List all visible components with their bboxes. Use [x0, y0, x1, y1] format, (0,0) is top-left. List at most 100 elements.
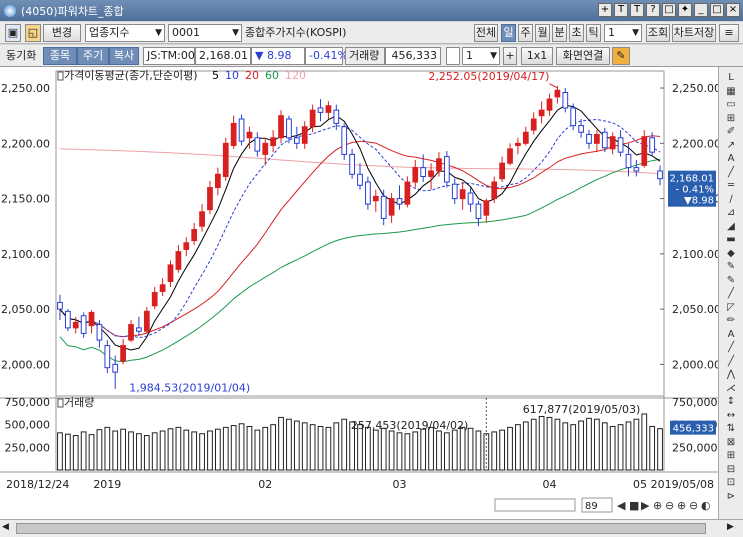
drawing-tool-icon[interactable]: ╱ — [724, 287, 738, 301]
tab-second[interactable]: 초 — [569, 24, 584, 42]
drawing-tool-icon[interactable]: ◢ — [724, 220, 738, 234]
minimize-button[interactable]: _ — [694, 3, 708, 17]
drawing-tool-icon[interactable]: ⋀ — [724, 368, 738, 382]
drawing-tool-icon[interactable]: ▬ — [724, 233, 738, 247]
sync-label: 동기화 — [6, 49, 37, 62]
drawing-tool-icon[interactable]: ⊿ — [724, 206, 738, 220]
drawing-tool-icon[interactable]: A — [724, 152, 738, 166]
candle-body — [522, 131, 529, 144]
drawing-tool-icon[interactable]: ⊳ — [724, 490, 738, 504]
drawing-tool-icon[interactable]: ⇅ — [724, 422, 738, 436]
change-icon[interactable]: ◱ — [25, 24, 41, 42]
navigator-button-2[interactable]: ▶ — [641, 499, 650, 512]
period-count-select[interactable]: 1 ▼ — [604, 24, 642, 42]
navigator-count: 89 — [585, 501, 598, 512]
category-select[interactable]: 업종지수 ▼ — [85, 24, 165, 42]
drawing-tool-icon[interactable]: ◆ — [724, 247, 738, 261]
drawing-tool-icon[interactable]: ↗ — [724, 139, 738, 153]
volume-bar — [136, 433, 142, 471]
drawing-tool-icon[interactable]: ↕ — [724, 395, 738, 409]
x-tick: 03 — [392, 478, 406, 491]
drawing-tool-icon[interactable]: ▦ — [724, 85, 738, 99]
plus-button[interactable]: + — [503, 47, 517, 65]
drawing-tool-icon[interactable]: ⊞ — [724, 449, 738, 463]
save-chart-button[interactable]: 차트저장 — [672, 24, 716, 42]
navigator-button-4[interactable]: ⊖ — [665, 499, 674, 512]
pen-icon[interactable]: ✎ — [612, 47, 630, 65]
lookup-button[interactable]: 조회 — [646, 24, 670, 42]
candle-body — [475, 203, 482, 219]
tab-item[interactable]: 종목 — [43, 47, 77, 65]
drawing-tool-icon[interactable]: ↔ — [724, 409, 738, 423]
tab-tick[interactable]: 틱 — [586, 24, 601, 42]
drawing-tool-icon[interactable]: ╱ — [724, 166, 738, 180]
maximize-button[interactable]: □ — [710, 3, 724, 17]
drawing-tool-icon[interactable]: ╱ — [724, 355, 738, 369]
font-button[interactable]: T — [630, 3, 644, 17]
code-select[interactable]: 0001 ▼ — [168, 24, 242, 42]
chart-svg[interactable]: 2,250.00 2,250.00 2,200.00 2,200.00 2,150.00… — [0, 67, 721, 519]
drawing-tool-icon[interactable]: ╱ — [724, 341, 738, 355]
drawing-tool-icon[interactable]: ✎ — [724, 274, 738, 288]
drawing-tool-icon[interactable]: ◸ — [724, 301, 738, 315]
drawing-tool-icon[interactable]: ⊡ — [724, 476, 738, 490]
link-screen-button[interactable]: 화면연결 — [556, 47, 610, 65]
navigator-track[interactable] — [494, 498, 576, 512]
tab-cycle[interactable]: 주기 — [77, 47, 109, 65]
drawing-tool-icon[interactable]: L — [724, 71, 738, 85]
navigator-button-0[interactable]: ◀ — [617, 499, 626, 512]
drawing-tool-icon[interactable]: ⊞ — [724, 112, 738, 126]
add-button[interactable]: + — [598, 3, 612, 17]
tab-month[interactable]: 월 — [535, 24, 550, 42]
drawing-tool-icon[interactable]: ✏ — [724, 314, 738, 328]
drawing-tool-icon[interactable]: ▭ — [724, 98, 738, 112]
color-swatch-icon[interactable] — [446, 47, 460, 65]
candle-body — [357, 173, 363, 186]
volume-tick-left: 500,000 — [5, 419, 51, 432]
candle-body — [175, 251, 182, 270]
drawing-tool-icon[interactable]: ✎ — [724, 260, 738, 274]
tab-copy[interactable]: 복사 — [109, 47, 139, 65]
candle-body — [349, 153, 355, 175]
change-button[interactable]: 변경 — [43, 24, 81, 42]
capture-button[interactable]: □ — [662, 3, 676, 17]
volume-bar — [554, 418, 561, 471]
text-button[interactable]: T — [614, 3, 628, 17]
drawing-tool-icon[interactable]: ⋌ — [724, 382, 738, 396]
tab-all[interactable]: 전체 — [474, 24, 498, 42]
x-tick: 04 — [543, 478, 557, 491]
drawing-tool-icon[interactable]: ⊟ — [724, 463, 738, 477]
volume-bar — [586, 417, 592, 471]
drawing-tool-icon[interactable]: ∕ — [724, 193, 738, 207]
drawing-tool-icon[interactable]: A — [724, 328, 738, 342]
pin-button[interactable]: ✦ — [678, 3, 692, 17]
layout-icon[interactable]: ▣ — [5, 24, 21, 42]
chart-area[interactable]: 2,250.00 2,250.00 2,200.00 2,200.00 2,150.00… — [0, 67, 743, 519]
drawing-tool-icon[interactable]: ⊠ — [724, 436, 738, 450]
drawing-tool-icon[interactable]: ═ — [724, 179, 738, 193]
close-button[interactable]: × — [726, 3, 740, 17]
scroll-thumb[interactable] — [16, 523, 706, 534]
price-tick-left: 2,050.00 — [1, 303, 50, 316]
menu-icon[interactable]: ≡ — [719, 24, 739, 42]
volume-bar — [404, 433, 411, 471]
candle-body — [341, 126, 348, 155]
candle-body — [104, 345, 111, 369]
navigator-button-1[interactable]: ■ — [629, 499, 639, 512]
navigator-button-3[interactable]: ⊕ — [653, 499, 662, 512]
navigator-button-5[interactable]: ⊕ — [677, 499, 686, 512]
candle-body — [270, 137, 277, 147]
ratio-button[interactable]: 1x1 — [521, 47, 553, 65]
tab-week[interactable]: 주 — [518, 24, 533, 42]
help-button[interactable]: ? — [646, 3, 660, 17]
volume-bar — [428, 426, 434, 471]
scroll-right-icon[interactable]: ▶ — [727, 522, 739, 534]
navigator-button-7[interactable]: ◐ — [701, 499, 711, 512]
scroll-left-icon[interactable]: ◀ — [2, 522, 14, 534]
horizontal-scrollbar[interactable]: ◀ ▶ — [0, 519, 743, 537]
tab-day[interactable]: 일 — [501, 24, 516, 42]
page-select[interactable]: 1 ▼ — [462, 47, 500, 65]
drawing-tool-icon[interactable]: ✐ — [724, 125, 738, 139]
navigator-button-6[interactable]: ⊖ — [689, 499, 698, 512]
tab-minute[interactable]: 분 — [552, 24, 567, 42]
